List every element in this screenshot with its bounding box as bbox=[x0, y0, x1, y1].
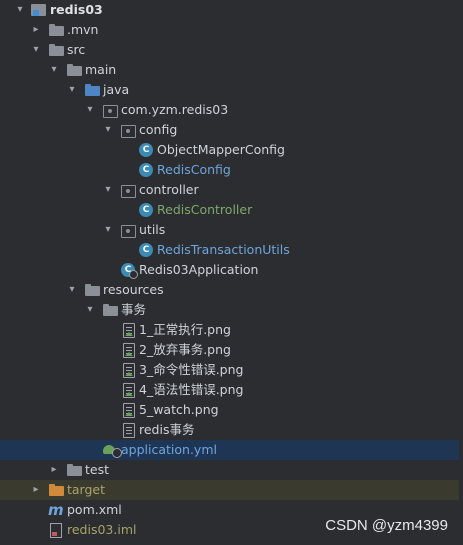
tree-label: 5_watch.png bbox=[139, 402, 219, 417]
tree-item-redis-config[interactable]: C RedisConfig bbox=[0, 160, 463, 180]
tree-item-application-yml[interactable]: application.yml bbox=[0, 440, 463, 460]
tree-label: RedisController bbox=[157, 202, 253, 217]
tree-label: Redis03Application bbox=[139, 262, 259, 277]
tree-label: config bbox=[139, 122, 178, 137]
chevron-down-icon[interactable]: ▾ bbox=[66, 80, 78, 100]
tree-item-redis03-application[interactable]: C Redis03Application bbox=[0, 260, 463, 280]
chevron-down-icon[interactable]: ▾ bbox=[14, 0, 26, 20]
tree-label: controller bbox=[139, 182, 199, 197]
class-icon: C bbox=[139, 243, 153, 257]
tree-item-main[interactable]: ▾ main bbox=[0, 60, 463, 80]
tree-item-redis-controller[interactable]: C RedisController bbox=[0, 200, 463, 220]
excluded-folder-icon bbox=[49, 484, 64, 496]
folder-icon bbox=[49, 44, 64, 56]
resources-folder-icon bbox=[85, 284, 100, 296]
watermark: CSDN @yzm4399 bbox=[325, 517, 448, 534]
tree-item-java[interactable]: ▾ java bbox=[0, 80, 463, 100]
tree-label: 4_语法性错误.png bbox=[139, 382, 244, 397]
tree-label: target bbox=[67, 482, 106, 497]
scrollbar[interactable] bbox=[459, 0, 463, 545]
chevron-down-icon[interactable]: ▾ bbox=[102, 180, 114, 200]
tree-item-redis-transaction-utils[interactable]: C RedisTransactionUtils bbox=[0, 240, 463, 260]
tree-label: resources bbox=[103, 282, 164, 297]
tree-item-src[interactable]: ▾ src bbox=[0, 40, 463, 60]
image-file-icon bbox=[123, 403, 135, 418]
chevron-down-icon[interactable]: ▾ bbox=[84, 100, 96, 120]
chevron-right-icon[interactable]: ▸ bbox=[30, 20, 42, 40]
tree-label: RedisTransactionUtils bbox=[157, 242, 290, 257]
tree-item-file[interactable]: 4_语法性错误.png bbox=[0, 380, 463, 400]
tree-label: application.yml bbox=[121, 442, 217, 457]
text-file-icon bbox=[123, 423, 135, 438]
spring-boot-class-icon: C bbox=[121, 263, 138, 279]
package-icon bbox=[121, 125, 136, 138]
folder-icon bbox=[103, 304, 118, 316]
tree-item-file[interactable]: 2_放弃事务.png bbox=[0, 340, 463, 360]
tree-label: utils bbox=[139, 222, 166, 237]
chevron-down-icon[interactable]: ▾ bbox=[84, 300, 96, 320]
class-icon: C bbox=[139, 203, 153, 217]
tree-item-file[interactable]: 1_正常执行.png bbox=[0, 320, 463, 340]
chevron-right-icon[interactable]: ▸ bbox=[30, 480, 42, 500]
tree-item-object-mapper-config[interactable]: C ObjectMapperConfig bbox=[0, 140, 463, 160]
tree-label: java bbox=[103, 82, 130, 97]
tree-label: redis03.iml bbox=[67, 522, 137, 537]
tree-label: 3_命令性错误.png bbox=[139, 362, 244, 377]
tree-label: RedisConfig bbox=[157, 162, 231, 177]
tree-item-transaction-folder[interactable]: ▾ 事务 bbox=[0, 300, 463, 320]
image-file-icon bbox=[123, 323, 135, 338]
tree-item-file[interactable]: redis事务 bbox=[0, 420, 463, 440]
tree-label: ObjectMapperConfig bbox=[157, 142, 285, 157]
tree-item-resources[interactable]: ▾ resources bbox=[0, 280, 463, 300]
tree-label: pom.xml bbox=[67, 502, 122, 517]
tree-item-config[interactable]: ▾ config bbox=[0, 120, 463, 140]
package-icon bbox=[121, 185, 136, 198]
chevron-down-icon[interactable]: ▾ bbox=[30, 40, 42, 60]
tree-item-redis03[interactable]: ▾ redis03 bbox=[0, 0, 463, 20]
tree-item-file[interactable]: 3_命令性错误.png bbox=[0, 360, 463, 380]
tree-label: main bbox=[85, 62, 117, 77]
tree-label: test bbox=[85, 462, 110, 477]
tree-item-file[interactable]: 5_watch.png bbox=[0, 400, 463, 420]
folder-icon bbox=[67, 464, 82, 476]
tree-item-package[interactable]: ▾ com.yzm.redis03 bbox=[0, 100, 463, 120]
class-icon: C bbox=[139, 163, 153, 177]
yml-icon bbox=[103, 443, 122, 458]
package-icon bbox=[121, 225, 136, 238]
tree-label: 事务 bbox=[121, 302, 147, 317]
image-file-icon bbox=[123, 363, 135, 378]
tree-item-target[interactable]: ▸ target bbox=[0, 480, 463, 500]
chevron-down-icon[interactable]: ▾ bbox=[102, 120, 114, 140]
iml-icon bbox=[50, 523, 62, 538]
tree-label: com.yzm.redis03 bbox=[121, 102, 229, 117]
package-icon bbox=[103, 105, 118, 118]
tree-label: .mvn bbox=[67, 22, 99, 37]
tree-label: 1_正常执行.png bbox=[139, 322, 231, 337]
tree-item-test[interactable]: ▸ test bbox=[0, 460, 463, 480]
chevron-down-icon[interactable]: ▾ bbox=[48, 60, 60, 80]
tree-label: redis03 bbox=[50, 2, 103, 17]
tree-label: 2_放弃事务.png bbox=[139, 342, 231, 357]
tree-item-controller[interactable]: ▾ controller bbox=[0, 180, 463, 200]
class-icon: C bbox=[139, 143, 153, 157]
folder-icon bbox=[49, 24, 64, 36]
image-file-icon bbox=[123, 383, 135, 398]
chevron-right-icon[interactable]: ▸ bbox=[48, 460, 60, 480]
image-file-icon bbox=[123, 343, 135, 358]
tree-label: redis事务 bbox=[139, 422, 195, 437]
tree-item-mvn[interactable]: ▸ .mvn bbox=[0, 20, 463, 40]
source-folder-icon bbox=[85, 84, 100, 96]
chevron-down-icon[interactable]: ▾ bbox=[102, 220, 114, 240]
tree-label: src bbox=[67, 42, 86, 57]
module-icon bbox=[31, 4, 46, 17]
tree-item-utils[interactable]: ▾ utils bbox=[0, 220, 463, 240]
folder-icon bbox=[67, 64, 82, 76]
chevron-down-icon[interactable]: ▾ bbox=[66, 280, 78, 300]
maven-icon: m bbox=[48, 501, 64, 519]
